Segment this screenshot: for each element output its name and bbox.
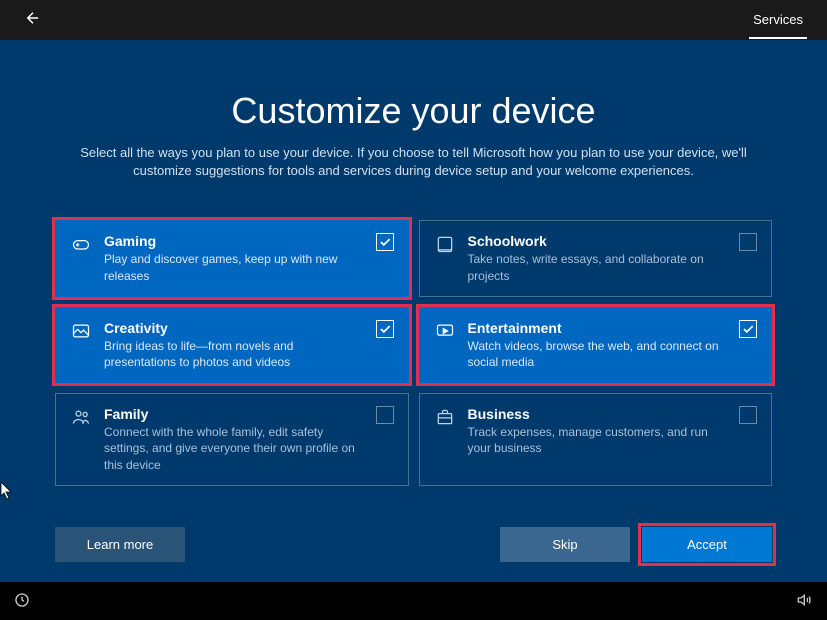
- usage-grid: Gaming Play and discover games, keep up …: [55, 220, 772, 485]
- card-entertainment[interactable]: Entertainment Watch videos, browse the w…: [419, 307, 773, 383]
- title-bar: Services: [0, 0, 827, 40]
- card-title: Schoolwork: [468, 233, 730, 249]
- entertainment-icon: [434, 320, 456, 342]
- sound-icon[interactable]: [797, 592, 813, 611]
- taskbar: [0, 582, 827, 620]
- creativity-icon: [70, 320, 92, 342]
- checkbox[interactable]: [376, 406, 394, 424]
- accept-button[interactable]: Accept: [642, 527, 772, 562]
- page-title: Customize your device: [55, 90, 772, 132]
- back-button[interactable]: [20, 5, 46, 36]
- family-icon: [70, 406, 92, 428]
- card-gaming[interactable]: Gaming Play and discover games, keep up …: [55, 220, 409, 296]
- tab-services[interactable]: Services: [749, 2, 807, 39]
- learn-more-button[interactable]: Learn more: [55, 527, 185, 562]
- checkbox[interactable]: [376, 320, 394, 338]
- main-content: Customize your device Select all the way…: [0, 40, 827, 582]
- gaming-icon: [70, 233, 92, 255]
- card-desc: Connect with the whole family, edit safe…: [104, 424, 366, 473]
- checkbox[interactable]: [739, 320, 757, 338]
- checkbox[interactable]: [376, 233, 394, 251]
- card-title: Family: [104, 406, 366, 422]
- card-creativity[interactable]: Creativity Bring ideas to life—from nove…: [55, 307, 409, 383]
- card-desc: Play and discover games, keep up with ne…: [104, 251, 366, 283]
- card-desc: Track expenses, manage customers, and ru…: [468, 424, 730, 456]
- accessibility-icon[interactable]: [14, 592, 30, 611]
- checkbox[interactable]: [739, 233, 757, 251]
- card-desc: Bring ideas to life—from novels and pres…: [104, 338, 366, 370]
- card-title: Entertainment: [468, 320, 730, 336]
- checkbox[interactable]: [739, 406, 757, 424]
- card-desc: Watch videos, browse the web, and connec…: [468, 338, 730, 370]
- business-icon: [434, 406, 456, 428]
- card-title: Creativity: [104, 320, 366, 336]
- card-family[interactable]: Family Connect with the whole family, ed…: [55, 393, 409, 486]
- footer-buttons: Learn more Skip Accept: [55, 527, 772, 562]
- card-title: Gaming: [104, 233, 366, 249]
- card-desc: Take notes, write essays, and collaborat…: [468, 251, 730, 283]
- skip-button[interactable]: Skip: [500, 527, 630, 562]
- card-business[interactable]: Business Track expenses, manage customer…: [419, 393, 773, 486]
- card-title: Business: [468, 406, 730, 422]
- schoolwork-icon: [434, 233, 456, 255]
- page-subtitle: Select all the ways you plan to use your…: [74, 144, 754, 180]
- card-schoolwork[interactable]: Schoolwork Take notes, write essays, and…: [419, 220, 773, 296]
